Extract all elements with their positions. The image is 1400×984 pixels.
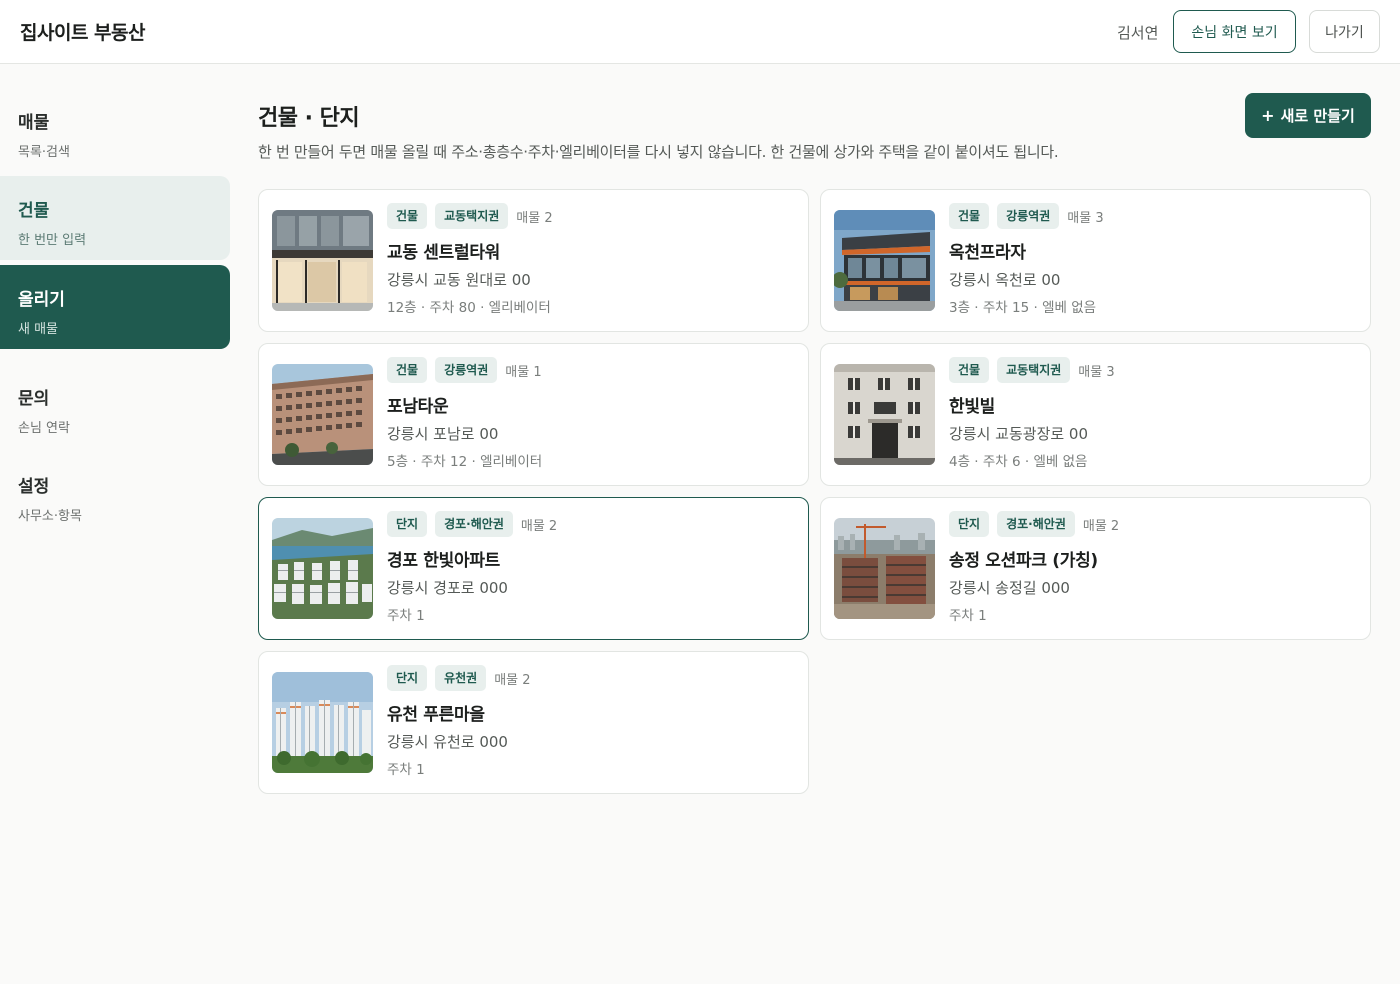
area-badge: 교동택지권 <box>997 357 1071 383</box>
sidebar-item-title: 올리기 <box>18 290 65 310</box>
sidebar-item-settings[interactable]: 설정 사무소·항목 <box>0 452 230 536</box>
card-tags: 건물 교동택지권 매물 3 <box>949 357 1115 383</box>
building-address: 강릉시 옥천로 00 <box>949 271 1061 289</box>
listing-count: 매물 2 <box>1082 518 1120 534</box>
listing-count: 매물 2 <box>494 672 531 688</box>
new-building-label: 새로 만들기 <box>1280 107 1355 125</box>
building-meta: 3층 · 주차 15 · 엘베 없음 <box>949 300 1097 316</box>
listing-count: 매물 3 <box>1067 210 1104 226</box>
top-bar: 집사이트 부동산 김서연 손님 화면 보기 나가기 <box>0 0 1400 64</box>
type-badge: 단지 <box>949 511 990 537</box>
type-badge: 건물 <box>387 357 428 383</box>
sidebar-item-title: 문의 <box>18 389 50 409</box>
sidebar-item-title: 건물 <box>18 201 50 221</box>
guest-view-button[interactable]: 손님 화면 보기 <box>1173 10 1296 53</box>
listing-count: 매물 3 <box>1078 364 1115 380</box>
sidebar-item-title: 설정 <box>18 477 50 497</box>
building-meta: 주차 1 <box>949 608 987 624</box>
sidebar-item-title: 매물 <box>18 113 50 133</box>
highrise-apartments-photo <box>272 672 373 773</box>
sidebar-item-subtitle: 손님 연락 <box>18 421 70 436</box>
page-description: 한 번 만들어 두면 매물 올릴 때 주소·총층수·주차·엘리베이터를 다시 넣… <box>258 143 1059 161</box>
listing-count: 매물 2 <box>520 518 558 534</box>
sidebar-item-subtitle: 사무소·항목 <box>18 509 82 524</box>
brand-logo[interactable]: 집사이트 부동산 <box>20 18 145 45</box>
building-address: 강릉시 교동광장로 00 <box>949 425 1089 443</box>
building-name: 옥천프라자 <box>949 243 1026 263</box>
area-badge: 강릉역권 <box>435 357 498 383</box>
apartment-block-street-photo <box>272 364 373 465</box>
building-address: 강릉시 포남로 00 <box>387 425 499 443</box>
user-name: 김서연 <box>1117 24 1159 42</box>
building-name: 교동 센트럴타워 <box>387 243 500 263</box>
villa-facade-photo <box>834 364 935 465</box>
page-title: 건물 · 단지 <box>258 106 360 131</box>
building-address: 강릉시 교동 원대로 00 <box>387 271 531 289</box>
area-badge: 경포·해안권 <box>435 511 513 537</box>
card-tags: 단지 경포·해안권 매물 2 <box>949 511 1119 537</box>
building-address: 강릉시 유천로 000 <box>387 733 508 751</box>
building-card[interactable]: 건물 교동택지권 매물 3 한빛빌 강릉시 교동광장로 00 4층 · 주차 6… <box>820 343 1371 486</box>
plus-icon: + <box>1261 106 1275 125</box>
sidebar-item-buildings[interactable]: 건물 한 번만 입력 <box>0 176 230 260</box>
sidebar-item-subtitle: 한 번만 입력 <box>18 233 87 248</box>
card-tags: 단지 유천권 매물 2 <box>387 665 531 691</box>
area-badge: 경포·해안권 <box>997 511 1075 537</box>
building-card-selected[interactable]: 단지 경포·해안권 매물 2 경포 한빛아파트 강릉시 경포로 000 주차 1 <box>258 497 809 640</box>
building-name: 유천 푸른마을 <box>387 705 485 725</box>
building-card[interactable]: 건물 교동택지권 매물 2 교동 센트럴타워 강릉시 교동 원대로 00 12층… <box>258 189 809 332</box>
type-badge: 건물 <box>949 357 990 383</box>
area-badge: 강릉역권 <box>997 203 1060 229</box>
building-address: 강릉시 경포로 000 <box>387 579 508 597</box>
commercial-plaza-photo <box>834 210 935 311</box>
sidebar-item-subtitle: 새 매물 <box>18 322 59 337</box>
building-name: 경포 한빛아파트 <box>387 551 500 571</box>
building-name: 송정 오션파크 (가칭) <box>949 551 1098 571</box>
building-meta: 주차 1 <box>387 762 425 778</box>
sidebar-item-subtitle: 목록·검색 <box>18 145 70 160</box>
building-card[interactable]: 건물 강릉역권 매물 3 옥천프라자 강릉시 옥천로 00 3층 · 주차 15… <box>820 189 1371 332</box>
exit-button[interactable]: 나가기 <box>1309 10 1380 53</box>
listing-count: 매물 2 <box>516 210 553 226</box>
card-tags: 단지 경포·해안권 매물 2 <box>387 511 557 537</box>
new-building-button[interactable]: + 새로 만들기 <box>1245 93 1371 138</box>
type-badge: 단지 <box>387 511 428 537</box>
type-badge: 건물 <box>387 203 428 229</box>
building-meta: 주차 1 <box>387 608 425 624</box>
building-name: 포남타운 <box>387 397 449 417</box>
building-meta: 4층 · 주차 6 · 엘베 없음 <box>949 454 1088 470</box>
card-tags: 건물 강릉역권 매물 3 <box>949 203 1104 229</box>
sidebar-item-inquiries[interactable]: 문의 손님 연락 <box>0 364 230 448</box>
building-name: 한빛빌 <box>949 397 996 417</box>
card-tags: 건물 강릉역권 매물 1 <box>387 357 542 383</box>
building-card[interactable]: 단지 유천권 매물 2 유천 푸른마을 강릉시 유천로 000 주차 1 <box>258 651 809 794</box>
sidebar-item-upload[interactable]: 올리기 새 매물 <box>0 265 230 349</box>
building-card[interactable]: 건물 강릉역권 매물 1 포남타운 강릉시 포남로 00 5층 · 주차 12 … <box>258 343 809 486</box>
building-card[interactable]: 단지 경포·해안권 매물 2 송정 오션파크 (가칭) 강릉시 송정길 000 … <box>820 497 1371 640</box>
sidebar-item-listings[interactable]: 매물 목록·검색 <box>0 88 230 172</box>
building-address: 강릉시 송정길 000 <box>949 579 1070 597</box>
coastal-apartment-complex-photo <box>272 518 373 619</box>
glass-office-tower-photo <box>272 210 373 311</box>
listing-count: 매물 1 <box>505 364 542 380</box>
construction-site-photo <box>834 518 935 619</box>
area-badge: 유천권 <box>435 665 487 691</box>
card-tags: 건물 교동택지권 매물 2 <box>387 203 553 229</box>
type-badge: 건물 <box>949 203 990 229</box>
type-badge: 단지 <box>387 665 428 691</box>
building-meta: 5층 · 주차 12 · 엘리베이터 <box>387 454 543 470</box>
area-badge: 교동택지권 <box>435 203 509 229</box>
building-meta: 12층 · 주차 80 · 엘리베이터 <box>387 300 551 316</box>
